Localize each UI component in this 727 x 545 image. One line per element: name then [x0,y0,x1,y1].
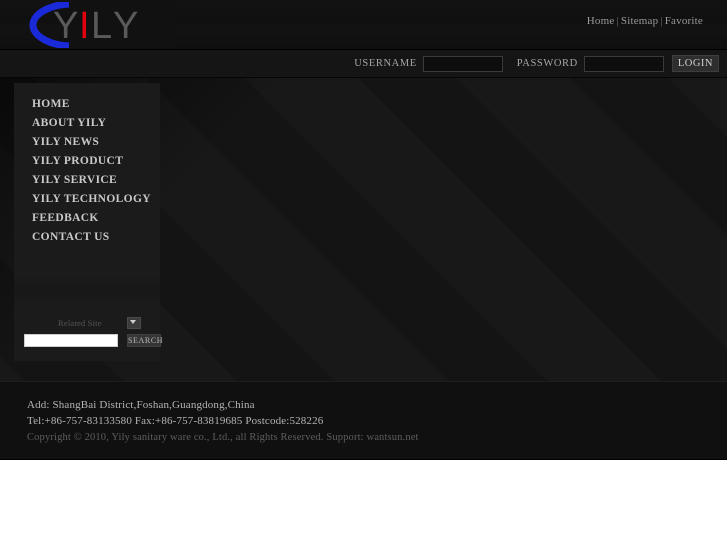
chevron-down-icon [130,320,136,324]
sidebar: HOME ABOUT YILY YILY NEWS YILY PRODUCT Y… [14,83,163,361]
password-label: PASSWORD [516,58,578,69]
logo-letter-y2: Y [113,5,139,47]
top-nav-sitemap[interactable]: Sitemap [621,15,658,27]
main-content [168,83,719,373]
password-input[interactable] [583,55,664,72]
login-bar: USERNAME PASSWORD LOGIN [0,50,727,78]
sidebar-item-about-yily[interactable]: ABOUT YILY [14,113,160,132]
footer-address: Add: ShangBai District,Foshan,Guangdong,… [27,399,255,411]
footer-bottom-strip [0,459,727,460]
top-nav-home[interactable]: Home [587,15,615,27]
yily-logo-icon: Y I L Y [29,2,175,48]
sidebar-item-yily-news[interactable]: YILY NEWS [14,132,160,151]
logo-letter-y1: Y [53,5,79,47]
yily-logo[interactable]: Y I L Y [25,2,175,48]
body-area: HOME ABOUT YILY YILY NEWS YILY PRODUCT Y… [0,78,727,381]
sidebar-banner-image [14,273,160,303]
footer-contact: Tel:+86-757-83133580 Fax:+86-757-8381968… [27,415,324,427]
top-nav: Home | Sitemap | Favorite [587,15,703,27]
sidebar-item-feedback[interactable]: FEEDBACK [14,208,160,227]
sidebar-item-yily-service[interactable]: YILY SERVICE [14,170,160,189]
search-input[interactable] [24,334,118,347]
username-input[interactable] [422,55,503,72]
logo-letter-i: I [79,5,91,47]
sidebar-item-yily-technology[interactable]: YILY TECHNOLOGY [14,189,160,208]
sidebar-item-home[interactable]: HOME [14,94,160,113]
site-footer: Add: ShangBai District,Foshan,Guangdong,… [0,381,727,459]
username-label: USERNAME [354,58,417,69]
sidebar-item-yily-product[interactable]: YILY PRODUCT [14,151,160,170]
search-row: SEARCH [24,334,163,349]
sidebar-item-contact-us[interactable]: CONTACT US [14,227,160,246]
site-header: Y I L Y Home | Sitemap | Favorite [0,0,727,50]
sidebar-menu: HOME ABOUT YILY YILY NEWS YILY PRODUCT Y… [14,83,160,246]
top-nav-favorite[interactable]: Favorite [665,15,703,27]
page-root: Y I L Y Home | Sitemap | Favorite USERNAME P… [0,0,727,460]
related-site-row: Related Site [14,317,160,333]
related-site-select[interactable] [127,317,141,329]
login-button[interactable]: LOGIN [671,55,719,72]
search-button[interactable]: SEARCH [127,334,163,347]
footer-copyright: Copyright © 2010, Yily sanitary ware co.… [27,432,419,443]
related-site-label: Related Site [58,318,102,328]
logo-letter-l: L [91,5,113,47]
